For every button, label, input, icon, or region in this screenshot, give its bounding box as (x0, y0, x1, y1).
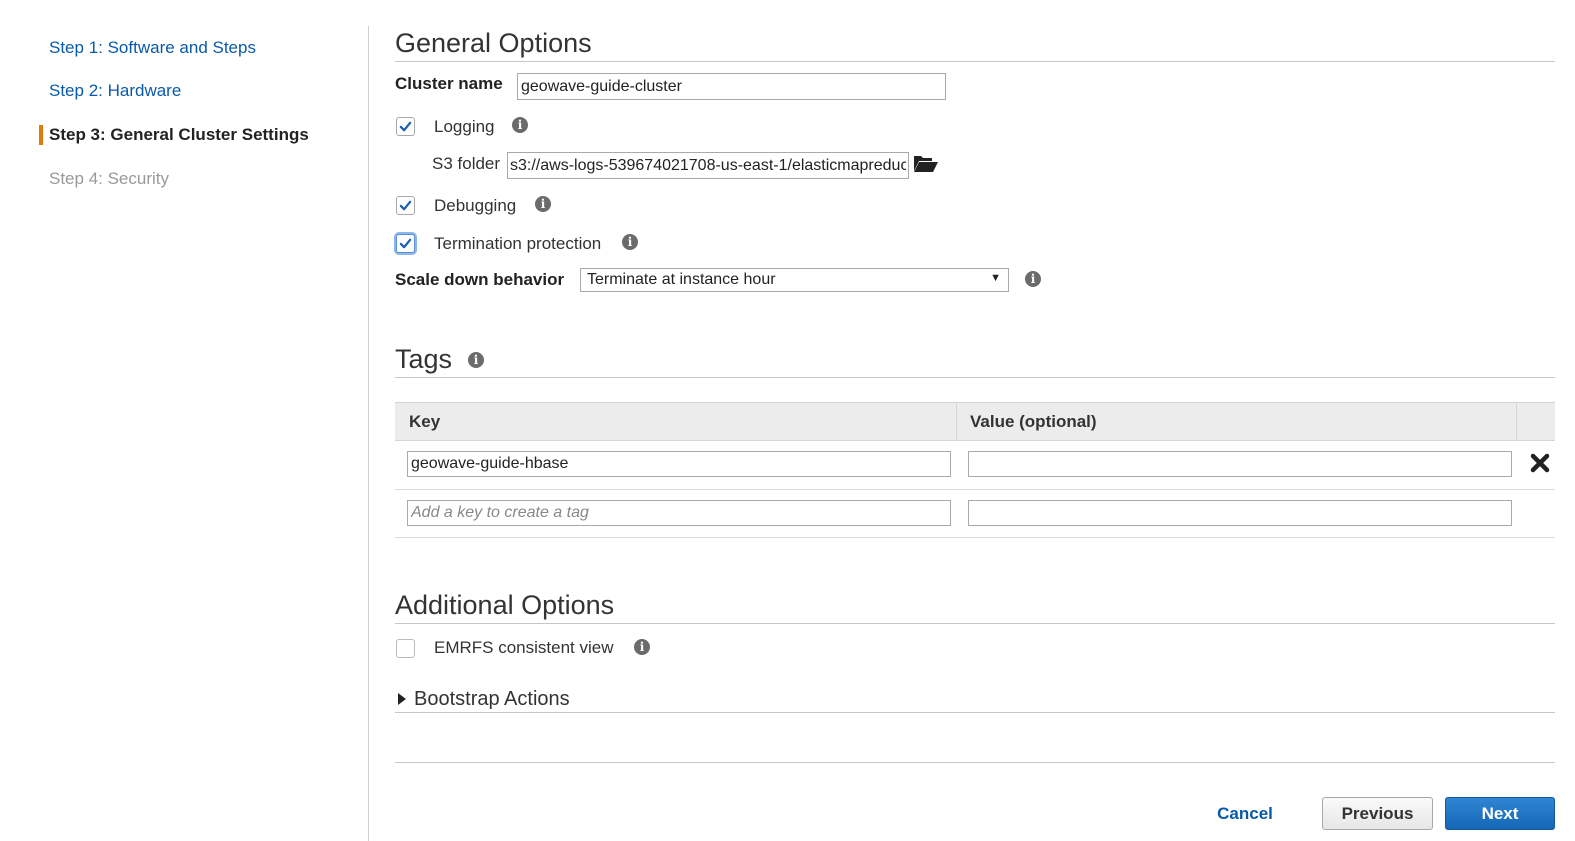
debugging-label: Debugging (434, 196, 517, 215)
previous-button[interactable]: Previous (1322, 797, 1433, 830)
column-header-value: Value (optional) (970, 412, 1097, 431)
close-icon[interactable] (1529, 452, 1551, 474)
additional-options-heading: Additional Options (395, 590, 615, 620)
nav-divider (368, 26, 369, 841)
step-security: Step 4: Security (49, 169, 170, 188)
info-icon[interactable]: i (622, 234, 638, 250)
checkmark-icon (399, 200, 412, 211)
column-header-key: Key (409, 412, 441, 431)
row-divider (395, 537, 1555, 538)
general-options-heading: General Options (395, 28, 592, 58)
step-general-cluster-settings: Step 3: General Cluster Settings (49, 125, 309, 144)
bootstrap-actions-rule (395, 712, 1555, 713)
bootstrap-actions-toggle[interactable]: Bootstrap Actions (396, 688, 570, 710)
info-icon[interactable]: i (535, 196, 551, 212)
tags-heading: Tags (395, 344, 453, 374)
info-icon[interactable]: i (634, 639, 650, 655)
tag-key-input[interactable] (407, 451, 951, 477)
s3-folder-input[interactable] (507, 152, 909, 179)
checkmark-icon (399, 121, 412, 132)
additional-options-rule (395, 623, 1555, 624)
debugging-checkbox[interactable] (396, 196, 415, 215)
new-tag-key-input[interactable] (407, 500, 951, 526)
s3-folder-label: S3 folder (432, 154, 501, 173)
column-separator (1516, 403, 1517, 441)
dropdown-arrow-icon: ▼ (990, 272, 1001, 284)
logging-checkbox[interactable] (396, 117, 415, 136)
scale-down-select[interactable]: Terminate at instance hour ▼ (580, 268, 1009, 292)
cancel-button[interactable]: Cancel (1210, 797, 1280, 830)
tags-table-header: Key Value (optional) (395, 402, 1555, 441)
footer-rule (395, 762, 1555, 763)
active-step-marker (39, 125, 43, 145)
folder-open-icon[interactable] (913, 152, 939, 174)
tag-value-input[interactable] (968, 451, 1512, 477)
scale-down-label: Scale down behavior (395, 270, 565, 289)
step-hardware-link[interactable]: Step 2: Hardware (49, 81, 181, 101)
general-options-rule (395, 61, 1555, 62)
info-icon[interactable]: i (1025, 271, 1041, 287)
tags-rule (395, 377, 1555, 378)
row-divider (395, 489, 1555, 490)
termination-protection-label: Termination protection (434, 234, 602, 253)
info-icon[interactable]: i (468, 352, 484, 368)
emrfs-consistent-view-checkbox[interactable] (396, 639, 415, 658)
checkmark-icon (399, 238, 412, 249)
caret-right-icon (398, 693, 406, 705)
new-tag-value-input[interactable] (968, 500, 1512, 526)
emrfs-consistent-view-label: EMRFS consistent view (434, 638, 614, 657)
step-software-and-steps-link[interactable]: Step 1: Software and Steps (49, 38, 256, 58)
cluster-name-label: Cluster name (395, 74, 503, 93)
next-button[interactable]: Next (1445, 797, 1555, 830)
column-separator (956, 403, 957, 441)
termination-protection-checkbox[interactable] (396, 234, 415, 253)
info-icon[interactable]: i (512, 117, 528, 133)
bootstrap-actions-label: Bootstrap Actions (414, 687, 570, 710)
logging-label: Logging (434, 117, 495, 136)
scale-down-value: Terminate at instance hour (587, 271, 776, 288)
cluster-name-input[interactable] (517, 73, 946, 100)
